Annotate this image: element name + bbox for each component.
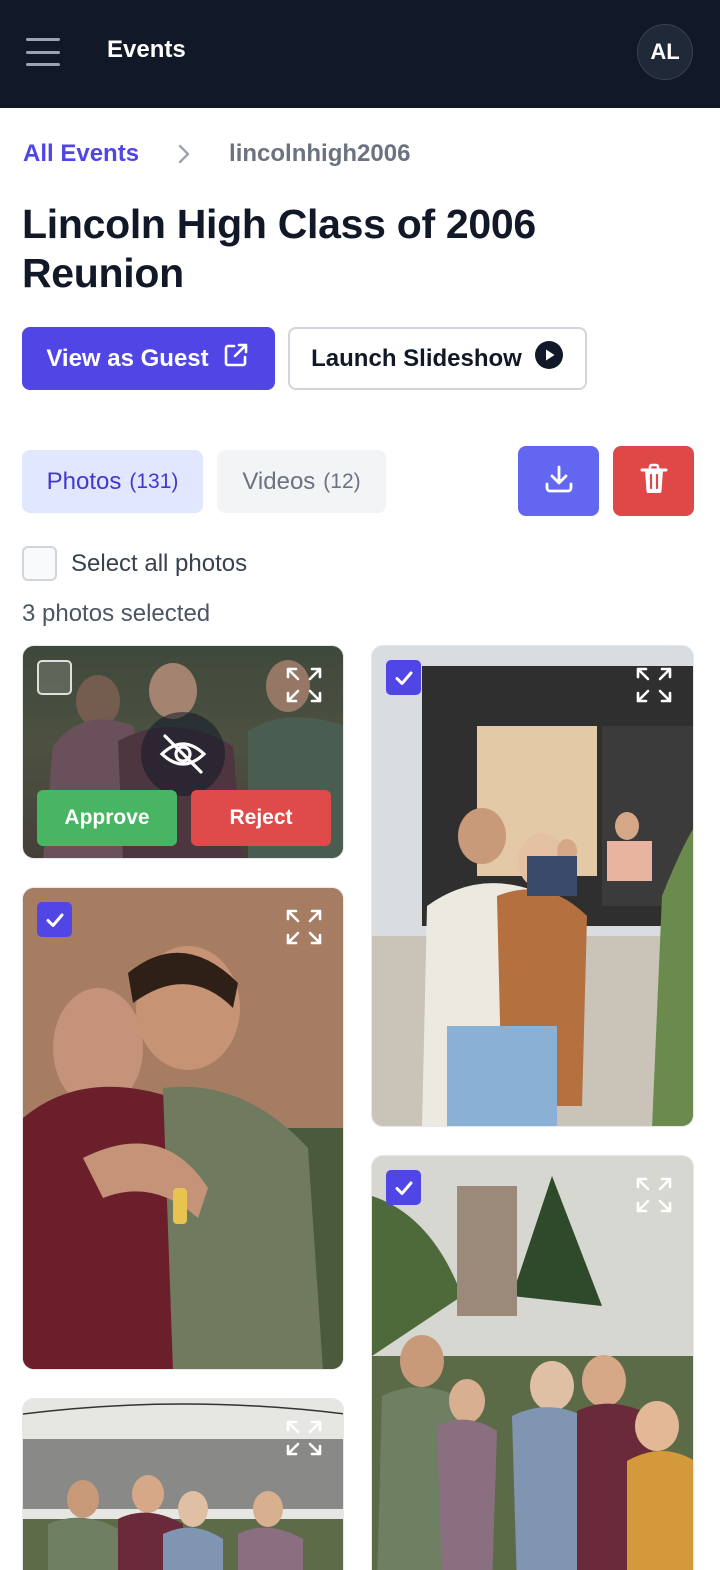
tab-videos[interactable]: Videos (12) <box>217 450 386 513</box>
eye-off-icon <box>141 712 225 796</box>
avatar[interactable]: AL <box>637 24 693 80</box>
photo-card[interactable] <box>371 645 694 1127</box>
photo-checkbox[interactable] <box>37 902 72 937</box>
view-as-guest-button[interactable]: View as Guest <box>22 327 275 390</box>
tab-photos-count: (131) <box>129 469 179 493</box>
expand-icon[interactable] <box>285 1419 323 1457</box>
select-all-label[interactable]: Select all photos <box>71 550 247 578</box>
tab-photos-label: Photos <box>46 467 122 495</box>
play-circle-icon <box>534 340 564 377</box>
download-button[interactable] <box>518 446 599 516</box>
photo-thumbnail <box>23 888 343 1369</box>
menu-icon[interactable] <box>26 38 60 66</box>
launch-slideshow-button[interactable]: Launch Slideshow <box>288 327 587 390</box>
breadcrumb-all-events-link[interactable]: All Events <box>23 140 139 168</box>
view-as-guest-label: View as Guest <box>46 344 209 372</box>
photo-checkbox[interactable] <box>386 1170 421 1205</box>
tab-videos-label: Videos <box>242 467 316 495</box>
chevron-right-icon <box>177 143 191 165</box>
photo-card[interactable] <box>22 887 344 1370</box>
photo-checkbox[interactable] <box>37 660 72 695</box>
photo-card[interactable] <box>371 1155 694 1570</box>
breadcrumb: All Events lincolnhigh2006 <box>23 138 410 170</box>
photo-card[interactable] <box>22 1398 344 1570</box>
expand-icon[interactable] <box>285 908 323 946</box>
download-icon <box>542 462 576 501</box>
select-all-row: Select all photos <box>22 546 247 581</box>
top-bar: Events AL <box>0 0 720 108</box>
expand-icon[interactable] <box>285 666 323 704</box>
trash-icon <box>639 462 669 501</box>
app-title: Events <box>107 36 186 63</box>
breadcrumb-current: lincolnhigh2006 <box>229 140 411 167</box>
photo-thumbnail <box>372 1156 693 1570</box>
reject-button[interactable]: Reject <box>191 790 331 846</box>
select-all-checkbox[interactable] <box>22 546 57 581</box>
launch-slideshow-label: Launch Slideshow <box>311 344 522 372</box>
selected-count: 3 photos selected <box>22 600 211 627</box>
expand-icon[interactable] <box>635 666 673 704</box>
tab-photos[interactable]: Photos (131) <box>22 450 203 513</box>
approve-button[interactable]: Approve <box>37 790 177 846</box>
photo-thumbnail <box>372 646 693 1126</box>
external-link-icon <box>221 340 251 377</box>
page-title: Lincoln High Class of 2006 Reunion <box>22 201 536 296</box>
tab-videos-count: (12) <box>323 469 361 493</box>
photo-card[interactable]: Approve Reject <box>22 645 344 859</box>
expand-icon[interactable] <box>635 1176 673 1214</box>
delete-button[interactable] <box>613 446 694 516</box>
photo-checkbox[interactable] <box>386 660 421 695</box>
